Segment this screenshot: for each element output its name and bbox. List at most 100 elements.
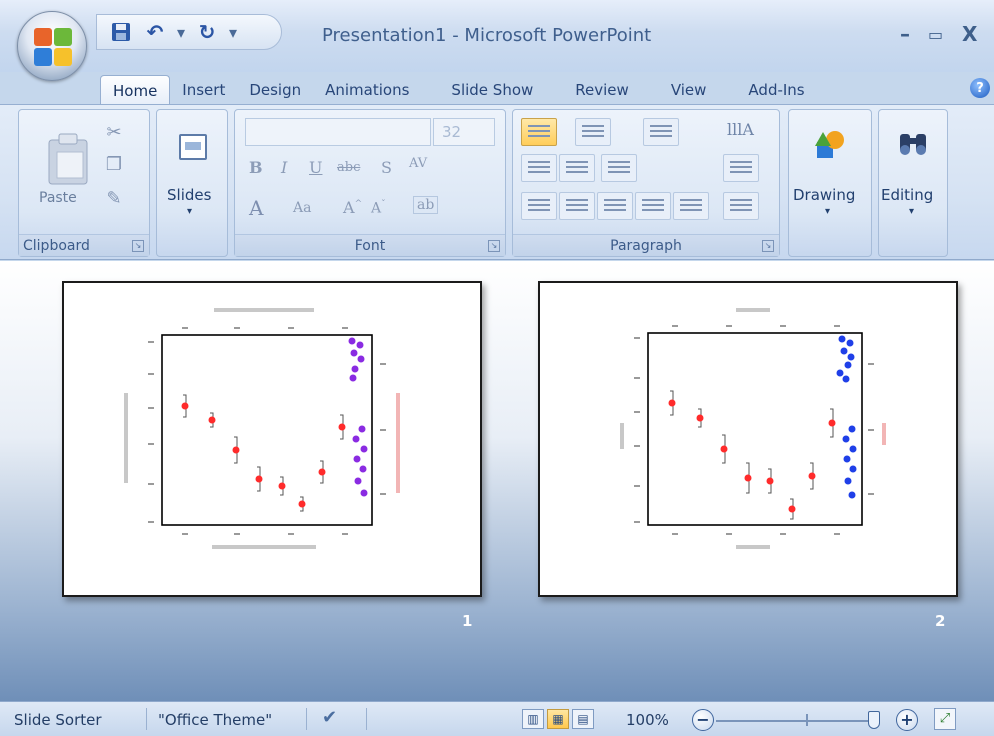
slides-button-label[interactable]: Slides bbox=[167, 186, 211, 204]
paste-button-label[interactable]: Paste bbox=[39, 190, 77, 206]
slide-2-blue-points bbox=[836, 335, 857, 499]
drawing-dropdown-icon[interactable]: ▾ bbox=[825, 206, 830, 217]
clear-formatting-icon[interactable]: ab bbox=[413, 196, 439, 214]
font-launcher-icon[interactable]: ↘ bbox=[488, 240, 500, 252]
paragraph-group-label: Paragraph bbox=[513, 234, 779, 256]
tab-slide-show[interactable]: Slide Show bbox=[421, 75, 545, 105]
customize-qat-icon[interactable]: ▾ bbox=[229, 23, 237, 42]
title-bar: ↶ ▾ ↻ ▾ Presentation1 - Microsoft PowerP… bbox=[0, 0, 994, 72]
align-right-icon[interactable] bbox=[597, 192, 633, 220]
slide-2-chart bbox=[620, 308, 886, 549]
align-text-icon[interactable] bbox=[723, 154, 759, 182]
undo-dropdown-icon[interactable]: ▾ bbox=[177, 23, 185, 42]
italic-icon[interactable]: I bbox=[281, 158, 287, 177]
slide-sorter-view-icon[interactable]: ▦ bbox=[547, 709, 569, 729]
smartart-icon[interactable] bbox=[723, 192, 759, 220]
grow-font-icon[interactable]: A^ bbox=[343, 198, 362, 217]
slide-number-2: 2 bbox=[935, 612, 946, 630]
paste-icon[interactable] bbox=[45, 132, 91, 186]
clipboard-group-label: Clipboard bbox=[19, 234, 149, 256]
slide-thumbnail-1[interactable] bbox=[62, 281, 482, 597]
ribbon: Paste ✂ ❐ ✎ Clipboard ↘ Slides ▾ 32 B I … bbox=[0, 104, 994, 260]
shadow-icon[interactable]: S bbox=[381, 158, 392, 177]
tab-view[interactable]: View bbox=[641, 75, 719, 105]
font-family-input[interactable] bbox=[245, 118, 431, 146]
font-color-icon[interactable]: A bbox=[249, 196, 263, 220]
maximize-button[interactable]: ▭ bbox=[928, 25, 943, 44]
copy-icon[interactable]: ❐ bbox=[103, 154, 125, 176]
justify-icon[interactable] bbox=[635, 192, 671, 220]
zoom-out-icon[interactable]: − bbox=[692, 709, 714, 731]
normal-view-icon[interactable]: ▥ bbox=[522, 709, 544, 729]
zoom-level[interactable]: 100% bbox=[626, 711, 669, 729]
slides-icon[interactable] bbox=[179, 134, 207, 160]
spell-check-icon[interactable]: ✔ bbox=[322, 707, 337, 728]
bold-icon[interactable]: B bbox=[249, 158, 263, 177]
slide-1-purple-points bbox=[348, 337, 368, 497]
decrease-indent-icon[interactable] bbox=[521, 154, 557, 182]
slide-1-red-points bbox=[181, 402, 346, 508]
align-left-icon[interactable] bbox=[521, 192, 557, 220]
editing-button-label[interactable]: Editing bbox=[881, 186, 933, 204]
help-icon[interactable]: ? bbox=[970, 78, 990, 98]
zoom-slider-thumb[interactable] bbox=[868, 711, 880, 729]
redo-icon[interactable]: ↻ bbox=[195, 20, 219, 44]
status-theme-name[interactable]: "Office Theme" bbox=[158, 711, 272, 729]
tab-review[interactable]: Review bbox=[545, 75, 641, 105]
font-group: 32 B I U abc S AV A Aa A^ Aˇ ab Font ↘ bbox=[234, 109, 506, 257]
slide-2-red-points bbox=[668, 399, 836, 513]
tab-add-ins[interactable]: Add-Ins bbox=[718, 75, 816, 105]
shrink-font-icon[interactable]: Aˇ bbox=[371, 200, 386, 217]
character-spacing-icon[interactable]: AV bbox=[409, 156, 427, 171]
columns-icon[interactable] bbox=[601, 154, 637, 182]
drawing-button-label[interactable]: Drawing bbox=[793, 186, 855, 204]
distributed-icon[interactable] bbox=[673, 192, 709, 220]
underline-icon[interactable]: U bbox=[309, 158, 322, 177]
strikethrough-icon[interactable]: abc bbox=[337, 160, 360, 175]
save-icon[interactable] bbox=[109, 20, 133, 44]
window-title: Presentation1 - Microsoft PowerPoint bbox=[322, 25, 652, 46]
undo-icon[interactable]: ↶ bbox=[143, 20, 167, 44]
slides-group: Slides ▾ bbox=[156, 109, 228, 257]
status-view-name: Slide Sorter bbox=[14, 711, 102, 729]
bullets-icon[interactable] bbox=[521, 118, 557, 146]
format-painter-icon[interactable]: ✎ bbox=[103, 188, 125, 210]
slide-2-plot-frame bbox=[647, 332, 863, 526]
numbering-icon[interactable] bbox=[575, 118, 611, 146]
slide-1-chart bbox=[124, 308, 400, 549]
status-separator bbox=[146, 708, 147, 730]
slide-thumbnail-2[interactable] bbox=[538, 281, 958, 597]
slide-2-error-bars bbox=[670, 390, 834, 520]
status-separator bbox=[306, 708, 307, 730]
change-case-icon[interactable]: Aa bbox=[293, 200, 311, 216]
editing-dropdown-icon[interactable]: ▾ bbox=[909, 206, 914, 217]
slide-2-tick-labels bbox=[634, 325, 874, 535]
drawing-shapes-icon[interactable] bbox=[812, 128, 848, 164]
zoom-in-icon[interactable]: + bbox=[896, 709, 918, 731]
line-spacing-icon[interactable] bbox=[643, 118, 679, 146]
status-separator bbox=[366, 708, 367, 730]
office-button[interactable] bbox=[17, 11, 87, 81]
text-direction-icon[interactable]: lllA bbox=[727, 120, 754, 139]
slide-1-tick-labels bbox=[148, 327, 386, 535]
cut-icon[interactable]: ✂ bbox=[103, 122, 125, 144]
minimize-button[interactable]: – bbox=[900, 22, 910, 46]
tab-insert[interactable]: Insert bbox=[170, 75, 237, 105]
zoom-slider-track[interactable] bbox=[716, 720, 868, 722]
paragraph-launcher-icon[interactable]: ↘ bbox=[762, 240, 774, 252]
increase-indent-icon[interactable] bbox=[559, 154, 595, 182]
tab-home[interactable]: Home bbox=[100, 75, 171, 105]
tab-animations[interactable]: Animations bbox=[313, 75, 421, 105]
binoculars-icon[interactable] bbox=[895, 128, 931, 164]
fit-to-window-icon[interactable]: ⤢ bbox=[934, 708, 956, 730]
paragraph-group: lllA Paragraph ↘ bbox=[512, 109, 780, 257]
slide-1-error-bars bbox=[183, 394, 344, 512]
slide-show-view-icon[interactable]: ▤ bbox=[572, 709, 594, 729]
slides-dropdown-icon[interactable]: ▾ bbox=[187, 206, 192, 217]
close-button[interactable]: X bbox=[962, 22, 977, 46]
clipboard-launcher-icon[interactable]: ↘ bbox=[132, 240, 144, 252]
font-size-input[interactable]: 32 bbox=[433, 118, 495, 146]
tab-design[interactable]: Design bbox=[237, 75, 313, 105]
slide-sorter-pane: 1 2 bbox=[0, 261, 994, 701]
align-center-icon[interactable] bbox=[559, 192, 595, 220]
